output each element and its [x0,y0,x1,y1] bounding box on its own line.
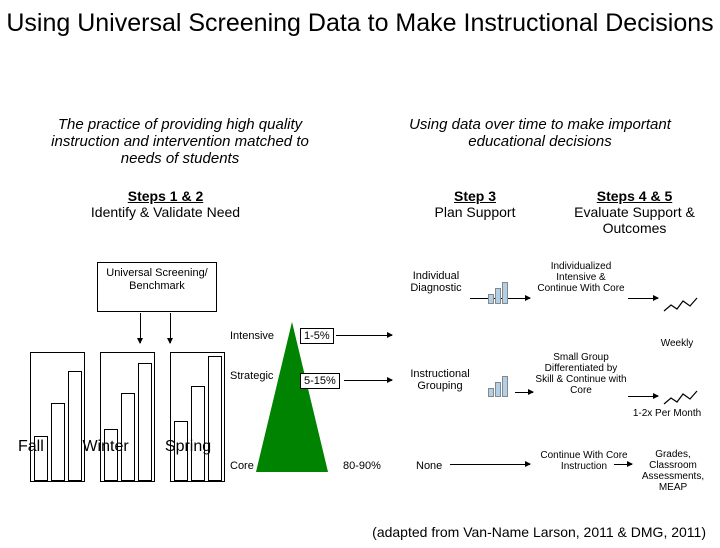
sparkline-icon [663,295,699,315]
citation: (adapted from Van-Name Larson, 2011 & DM… [372,524,706,540]
steps-4-5-sub: Evaluate Support & Outcomes [562,204,707,236]
arrow-right-icon [614,464,632,465]
arrow-right-icon [628,298,658,299]
arrow-right-icon [628,396,658,397]
arrow-right-icon [336,335,392,336]
support-core-label: Continue With Core Instruction [538,450,630,472]
subtitle-left: The practice of providing high quality i… [30,116,330,167]
season-winter: Winter [82,438,160,456]
steps-1-2-sub: Identify & Validate Need [88,204,243,220]
bar-group-spring [170,352,225,482]
sparkline-icon [663,388,699,408]
universal-screening-box: Universal Screening/ Benchmark [97,262,217,312]
freq-weekly: Weekly [636,338,718,349]
percent-strategic: 5-15% [300,373,340,389]
steps-4-5-title: Steps 4 & 5 [562,188,707,204]
individual-diagnostic-label: Individual Diagnostic [396,270,476,294]
arrow-down-icon [140,313,141,343]
none-label: None [416,460,442,472]
percent-intensive: 1-5% [300,328,334,344]
arrow-right-icon [450,464,530,465]
season-fall: Fall [18,438,78,456]
tier-core-label: Core [230,460,254,472]
bar-group-fall [30,352,85,482]
season-spring: Spring [165,438,211,456]
arrow-right-icon [344,380,392,381]
arrow-down-icon [170,313,171,343]
subtitle-right: Using data over time to make important e… [380,116,700,150]
rti-triangle-icon [256,322,328,472]
tiny-bars-icon [488,376,520,406]
freq-grades: Grades, Classroom Assessments, MEAP [632,449,714,493]
freq-monthly: 1-2x Per Month [626,408,708,419]
tier-intensive-label: Intensive [230,330,274,342]
page-title: Using Universal Screening Data to Make I… [0,8,720,38]
step-3-sub: Plan Support [420,204,530,220]
instructional-grouping-label: Instructional Grouping [396,368,484,392]
support-strategic-label: Small Group Differentiated by Skill & Co… [535,352,627,396]
step-3-title: Step 3 [420,188,530,204]
support-intensive-label: Individualized Intensive & Continue With… [535,261,627,294]
tier-strategic-label: Strategic [230,370,273,382]
steps-1-2-title: Steps 1 & 2 [88,188,243,204]
tiny-bars-icon [488,282,520,312]
percent-core: 80-90% [343,460,381,472]
bar-group-winter [100,352,155,482]
